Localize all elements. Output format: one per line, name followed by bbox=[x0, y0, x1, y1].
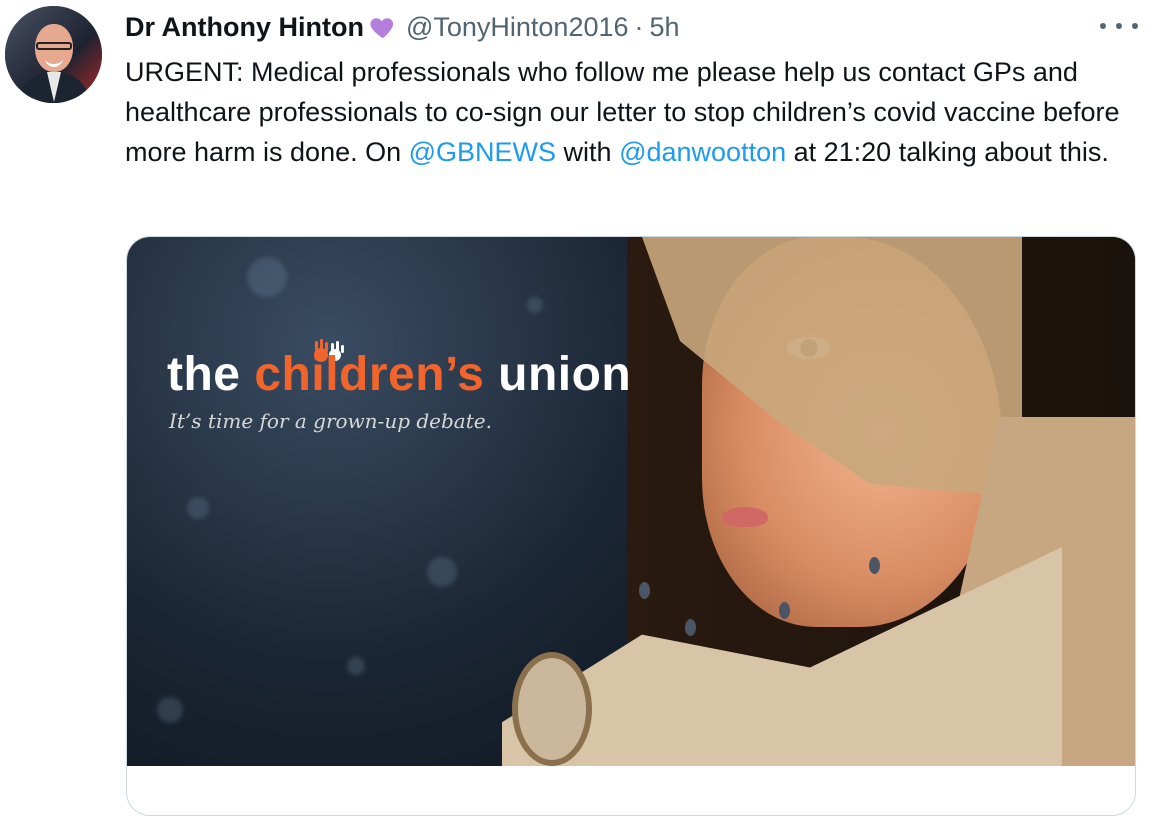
card-image[interactable]: the children’s union It’s time for a gro… bbox=[127, 237, 1135, 766]
logo-accent: children’s bbox=[254, 348, 485, 401]
mention-gbnews[interactable]: @GBNEWS bbox=[409, 137, 556, 167]
author-handle[interactable]: @TonyHinton2016 bbox=[406, 12, 629, 43]
separator: · bbox=[634, 11, 644, 42]
logo-suffix: union bbox=[484, 348, 632, 401]
more-dot-icon bbox=[1116, 23, 1122, 29]
card-logo: the children’s union bbox=[167, 347, 631, 402]
avatar[interactable] bbox=[5, 6, 102, 103]
mention-danwootton[interactable]: @danwootton bbox=[619, 137, 786, 167]
tweet-header: Dr Anthony Hinton @TonyHinton2016 · 5h bbox=[125, 8, 680, 46]
more-options-button[interactable] bbox=[1100, 16, 1138, 36]
tweet-text: URGENT: Medical professionals who follow… bbox=[125, 52, 1135, 172]
tweet-text-part: at 21:20 talking about this. bbox=[786, 137, 1109, 167]
purple-heart-icon bbox=[370, 18, 394, 39]
tweet-text-part: with bbox=[556, 137, 620, 167]
logo-prefix: the bbox=[167, 348, 255, 401]
more-dot-icon bbox=[1100, 23, 1106, 29]
tweet-time[interactable]: 5h bbox=[650, 12, 680, 43]
more-dot-icon bbox=[1132, 23, 1138, 29]
link-card[interactable]: the children’s union It’s time for a gro… bbox=[126, 236, 1136, 816]
author-name[interactable]: Dr Anthony Hinton bbox=[125, 12, 364, 43]
card-tagline: It’s time for a grown-up debate. bbox=[169, 409, 492, 433]
